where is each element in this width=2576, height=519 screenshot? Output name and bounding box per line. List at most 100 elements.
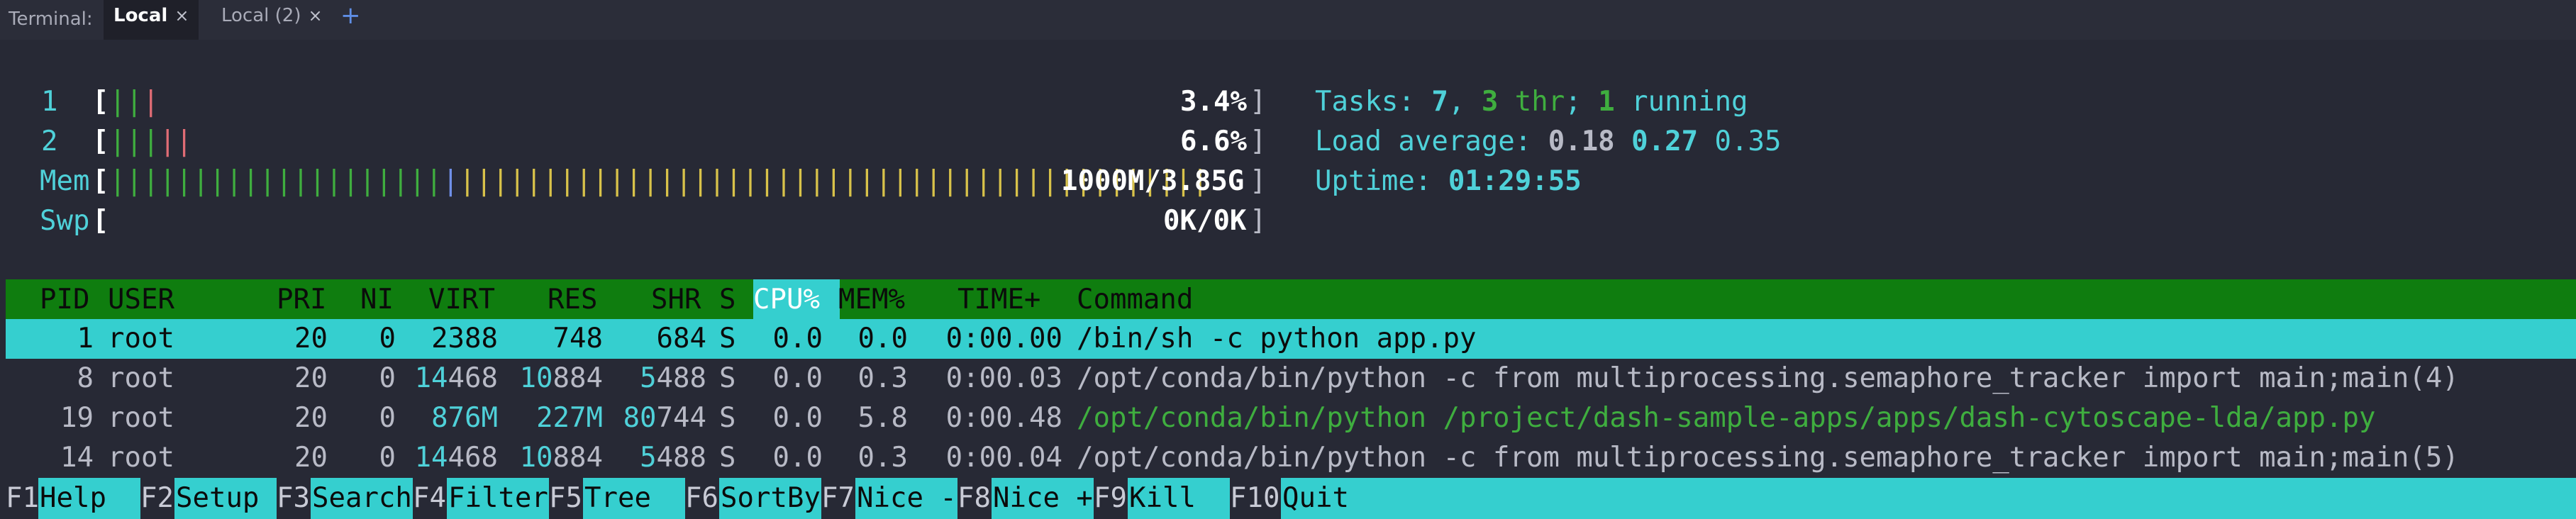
cell-res: 10884	[519, 362, 603, 394]
fkey-f9: F9	[1094, 482, 1127, 514]
cell-shr: 684	[656, 323, 706, 355]
tree-button[interactable]: Tree	[583, 478, 685, 519]
cell-mem: 0.0	[857, 323, 908, 355]
col-res[interactable]: RES	[548, 279, 597, 320]
terminal-label: Terminal:	[9, 9, 93, 30]
cell-ni: 0	[379, 362, 396, 394]
cpu1-bar: |||	[109, 86, 160, 118]
fkey-f3: F3	[277, 482, 310, 514]
swp-value: 0K/0K	[1163, 205, 1247, 237]
cell-virt: 14468	[414, 442, 498, 474]
cpu2-bar: |||||	[109, 125, 193, 157]
col-pri[interactable]: PRI	[277, 279, 326, 320]
cell-shr: 80744	[623, 402, 706, 434]
fkey-f7: F7	[821, 482, 855, 514]
quit-button[interactable]: Quit	[1281, 478, 2576, 519]
tab-label: Local (2)	[221, 5, 301, 26]
cell-command: /opt/conda/bin/python -c from multiproce…	[1077, 362, 2459, 394]
uptime: Uptime: 01:29:55	[1315, 165, 1582, 197]
cell-user: root	[108, 323, 174, 355]
filter-button[interactable]: Filter	[447, 478, 549, 519]
cell-ni: 0	[379, 442, 396, 474]
kill-button[interactable]: Kill	[1128, 478, 1230, 519]
tab-label: Local	[113, 5, 168, 26]
cell-command: /opt/conda/bin/python -c from multiproce…	[1077, 442, 2459, 474]
cell-ni: 0	[379, 323, 396, 355]
col-shr[interactable]: SHR	[651, 279, 701, 320]
cell-command: /bin/sh -c python app.py	[1077, 323, 1477, 355]
cell-state: S	[719, 323, 736, 355]
cell-res: 227M	[536, 402, 603, 434]
close-icon[interactable]: ×	[174, 6, 189, 26]
meter-bracket-open: [	[92, 125, 109, 157]
cell-virt: 14468	[414, 362, 498, 394]
meter-bracket-close: ]	[1250, 165, 1267, 197]
col-state[interactable]: S	[719, 279, 735, 320]
cell-shr: 5488	[640, 442, 706, 474]
cell-mem: 0.3	[857, 442, 908, 474]
search-button[interactable]: Search	[311, 478, 413, 519]
col-ni[interactable]: NI	[360, 279, 394, 320]
mem-bar: ||||||||||||||||||||||||||||||||||||||||…	[109, 165, 1209, 197]
cell-pid: 19	[60, 402, 94, 434]
col-pid[interactable]: PID	[40, 279, 89, 320]
mem-value: 1000M/3.85G	[1061, 165, 1245, 197]
col-mem[interactable]: MEM%	[838, 279, 905, 320]
col-command[interactable]: Command	[1077, 279, 1193, 320]
mem-label: Mem	[40, 165, 90, 197]
col-time[interactable]: TIME+	[957, 279, 1040, 320]
close-icon[interactable]: ×	[308, 6, 322, 26]
cpu1-value: 3.4%	[1180, 86, 1247, 118]
cell-cpu: 0.0	[772, 402, 823, 434]
meter-bracket-open: [	[92, 165, 109, 197]
col-user[interactable]: USER	[108, 279, 174, 320]
setup-button[interactable]: Setup	[174, 478, 277, 519]
cell-virt: 876M	[431, 402, 498, 434]
cell-mem: 5.8	[857, 402, 908, 434]
cell-user: root	[108, 442, 174, 474]
tab-local[interactable]: Local ×	[104, 0, 199, 40]
meter-bracket-open: [	[92, 205, 109, 237]
fkey-f4: F4	[413, 482, 446, 514]
terminal-tabbar: Terminal: Local × Local (2) × +	[0, 0, 2576, 40]
help-button[interactable]: Help	[38, 478, 140, 519]
cell-state: S	[719, 362, 736, 394]
fkey-f8: F8	[957, 482, 991, 514]
nice-plus-button[interactable]: Nice +	[992, 478, 1094, 519]
cpu1-label: 1	[41, 86, 58, 118]
cell-pri: 20	[294, 362, 328, 394]
cell-time: 0:00.00	[945, 323, 1062, 355]
meter-bracket-close: ]	[1250, 125, 1267, 157]
cell-cpu: 0.0	[772, 362, 823, 394]
col-virt[interactable]: VIRT	[428, 279, 495, 320]
cell-time: 0:00.03	[945, 362, 1062, 394]
meter-bracket-open: [	[92, 86, 109, 118]
cell-user: root	[108, 362, 174, 394]
tab-local-2[interactable]: Local (2) ×	[211, 0, 333, 40]
cell-res: 10884	[519, 442, 603, 474]
fkey-f5: F5	[549, 482, 582, 514]
fkey-f10: F10	[1230, 482, 1280, 514]
fkey-f6: F6	[685, 482, 718, 514]
cell-user: root	[108, 402, 174, 434]
tasks-summary: Tasks: 7, 3 thr; 1 running	[1315, 86, 1748, 118]
swp-label: Swp	[40, 205, 90, 237]
sortby-button[interactable]: SortBy	[719, 478, 821, 519]
cell-state: S	[719, 402, 736, 434]
cell-ni: 0	[379, 402, 396, 434]
cell-pid: 8	[77, 362, 94, 394]
cell-pri: 20	[294, 442, 328, 474]
cell-shr: 5488	[640, 362, 706, 394]
cell-pid: 1	[77, 323, 94, 355]
cell-mem: 0.3	[857, 362, 908, 394]
col-cpu[interactable]: CPU%	[753, 279, 820, 320]
meter-bracket-close: ]	[1250, 86, 1267, 118]
fkey-f1: F1	[6, 482, 39, 514]
cell-pri: 20	[294, 402, 328, 434]
fkey-f2: F2	[140, 482, 174, 514]
cpu2-label: 2	[41, 125, 58, 157]
cell-command: /opt/conda/bin/python /project/dash-samp…	[1077, 402, 2376, 434]
add-tab-icon[interactable]: +	[340, 1, 361, 30]
cell-time: 0:00.48	[945, 402, 1062, 434]
nice-minus-button[interactable]: Nice -	[855, 478, 957, 519]
